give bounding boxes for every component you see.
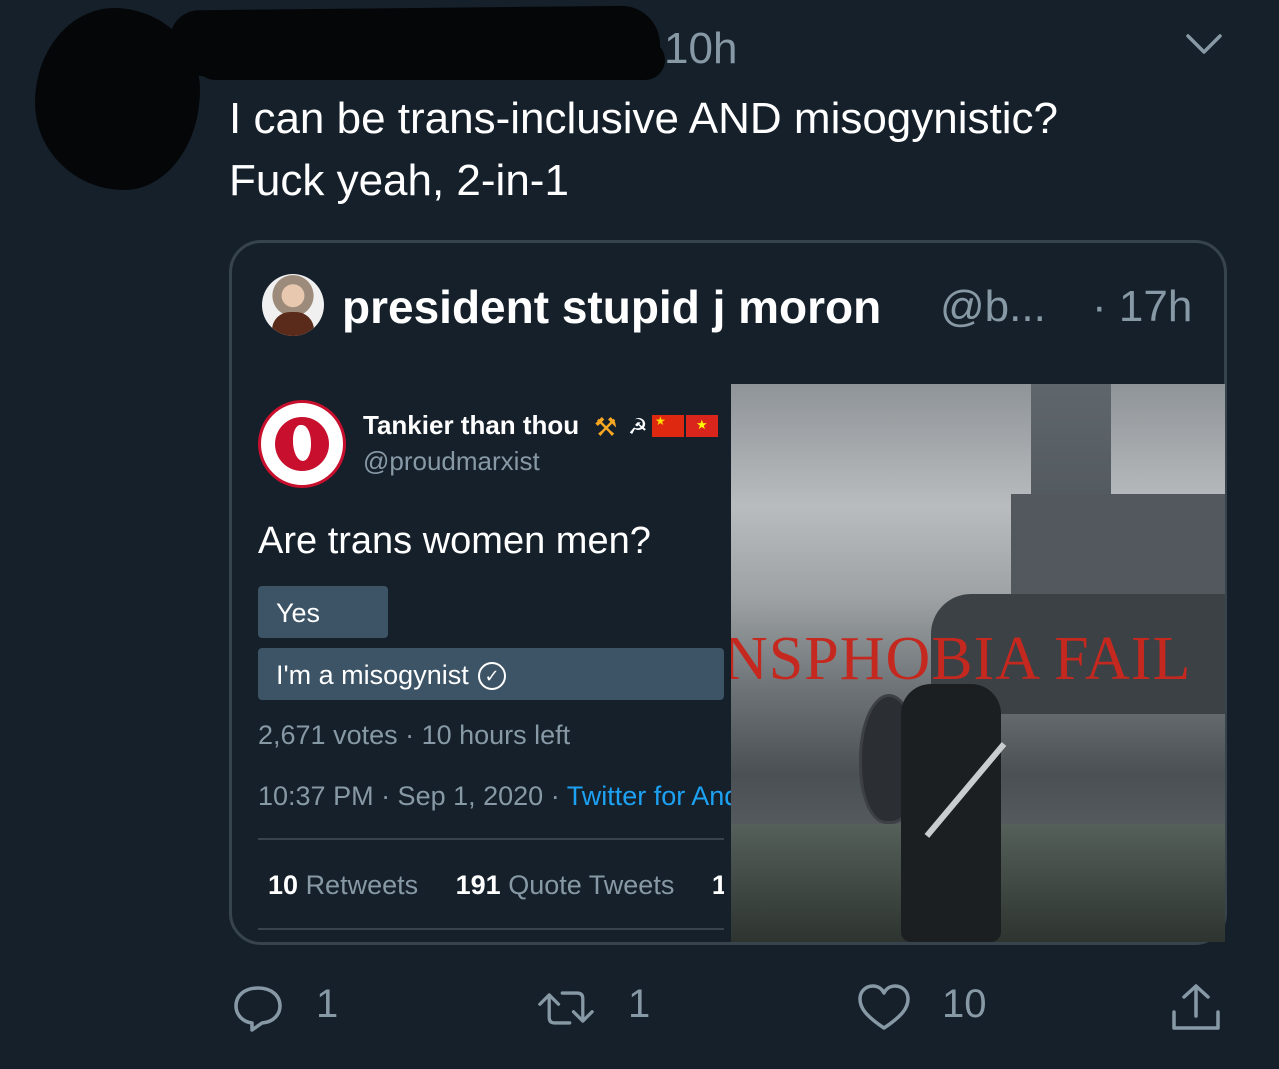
poll-option-misogynist: I'm a misogynist <box>276 660 469 690</box>
like-count: 10 <box>942 982 987 1026</box>
share-icon[interactable] <box>1168 982 1224 1034</box>
china-flag-icon <box>652 414 684 437</box>
meme-caption: NSPHOBIA FAIL <box>731 625 1192 693</box>
poll-option-yes: Yes <box>276 598 321 628</box>
like-icon[interactable] <box>856 982 912 1034</box>
quoted-author-name: president stupid j moron <box>342 281 882 333</box>
tweet-timestamp[interactable]: 10h <box>664 24 737 74</box>
likes-count: 16 <box>711 870 724 900</box>
quotes-label: Quote Tweets <box>508 870 675 900</box>
inner-author-handle: @proudmarxist <box>363 446 540 476</box>
retweets-count: 10 <box>268 870 299 900</box>
inner-stats: 10 Retweets 191 Quote Tweets 16 <box>268 870 724 901</box>
inner-author-name: Tankier than thou <box>363 410 580 440</box>
inner-date-line: 10:37 PM · Sep 1, 2020 · Twitter for And <box>258 781 739 812</box>
quoted-author-handle: @b... <box>940 282 1046 331</box>
tweet-text-line1: I can be trans-inclusive AND misogynisti… <box>229 94 1058 143</box>
meme-image[interactable]: NSPHOBIA FAIL <box>731 384 1225 942</box>
divider <box>258 928 724 930</box>
reply-count: 1 <box>316 982 339 1026</box>
tweet-text: I can be trans-inclusive AND misogynisti… <box>229 88 1239 212</box>
inner-avatar <box>258 400 346 488</box>
retweet-icon[interactable] <box>538 982 594 1034</box>
hammer-sickle-icon: ☭ <box>628 414 648 439</box>
tweet-text-line2: Fuck yeah, 2-in-1 <box>229 156 569 205</box>
reply-icon[interactable] <box>230 982 286 1034</box>
vietnam-flag-icon <box>686 415 718 437</box>
retweet-count: 1 <box>628 982 651 1026</box>
redacted-name-scribble <box>195 40 665 80</box>
quoted-avatar[interactable] <box>262 274 324 336</box>
divider <box>258 838 724 840</box>
hammer-pick-icon: ⚒ <box>594 412 618 442</box>
check-icon: ✓ <box>478 662 506 690</box>
poll-meta: 2,671 votes · 10 hours left <box>258 720 571 750</box>
poll-question: Are trans women men? <box>258 520 651 562</box>
quotes-count: 191 <box>455 870 501 900</box>
retweets-label: Retweets <box>305 870 419 900</box>
inner-date: 10:37 PM · Sep 1, 2020 · <box>258 781 567 811</box>
inner-source: Twitter for And <box>566 781 740 811</box>
quoted-timestamp: · 17h <box>1092 282 1193 331</box>
chevron-down-icon[interactable] <box>1184 28 1224 60</box>
